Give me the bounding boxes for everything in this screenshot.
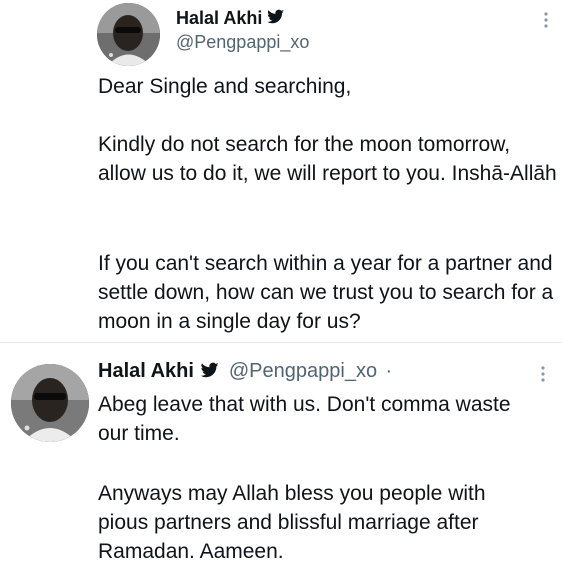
more-options-icon[interactable] — [542, 12, 550, 28]
more-options-icon[interactable] — [539, 366, 547, 382]
avatar[interactable] — [11, 364, 89, 442]
tweet-text-paragraph: Anyways may Allah bless you people with … — [98, 482, 492, 563]
avatar[interactable] — [97, 3, 160, 66]
author-name[interactable]: Halal Akhi — [98, 360, 194, 382]
tweet-text-paragraph: Abeg leave that with us. Don't comma was… — [98, 393, 517, 445]
author-handle[interactable]: @Pengpappi_xo — [176, 32, 309, 52]
tweet-text-paragraph: If you can't search within a year for a … — [98, 252, 560, 333]
verified-badge-icon — [266, 9, 285, 30]
separator-dot: · — [385, 360, 393, 382]
tweet-text-paragraph: Dear Single and searching, — [98, 75, 352, 98]
author-handle[interactable]: @Pengpappi_xo — [229, 360, 377, 382]
verified-badge-icon — [200, 362, 220, 384]
tweet-text-paragraph: Kindly do not search for the moon tomorr… — [98, 133, 557, 185]
author-name[interactable]: Halal Akhi — [176, 8, 262, 28]
divider — [0, 342, 562, 343]
